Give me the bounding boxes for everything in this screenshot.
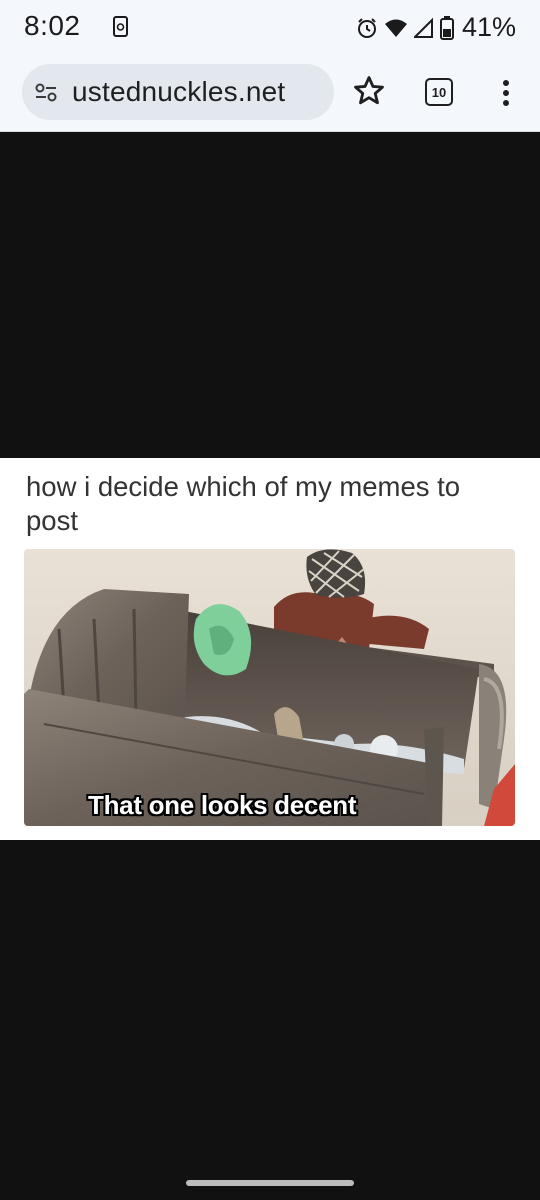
address-bar[interactable]: ustednuckles.net: [22, 64, 334, 120]
page-content[interactable]: how i decide which of my memes to post T…: [0, 133, 540, 1200]
battery-percent: 41%: [461, 12, 516, 42]
home-indicator[interactable]: [186, 1180, 354, 1186]
meme-photo: [24, 549, 515, 826]
signal-icon: [413, 17, 433, 38]
bookmark-star-icon[interactable]: [352, 74, 386, 108]
wifi-icon: [384, 19, 407, 37]
site-settings-icon[interactable]: [34, 80, 58, 104]
meme-caption: how i decide which of my memes to post: [26, 471, 461, 536]
status-bar: 8:02 41%: [0, 0, 540, 56]
tabs-icon[interactable]: 10: [425, 78, 453, 106]
status-icons: 41%: [356, 12, 516, 43]
url-text[interactable]: ustednuckles.net: [72, 76, 285, 108]
meme-overlay-text: That one looks decent: [88, 790, 357, 820]
meme-card: how i decide which of my memes to post T…: [0, 458, 540, 840]
screen-record-icon: [113, 16, 128, 37]
status-time: 8:02: [24, 10, 81, 41]
browser-toolbar: ustednuckles.net 10: [0, 56, 540, 132]
alarm-icon: [357, 17, 376, 38]
battery-icon: [439, 15, 454, 40]
more-menu-icon[interactable]: [494, 76, 518, 110]
